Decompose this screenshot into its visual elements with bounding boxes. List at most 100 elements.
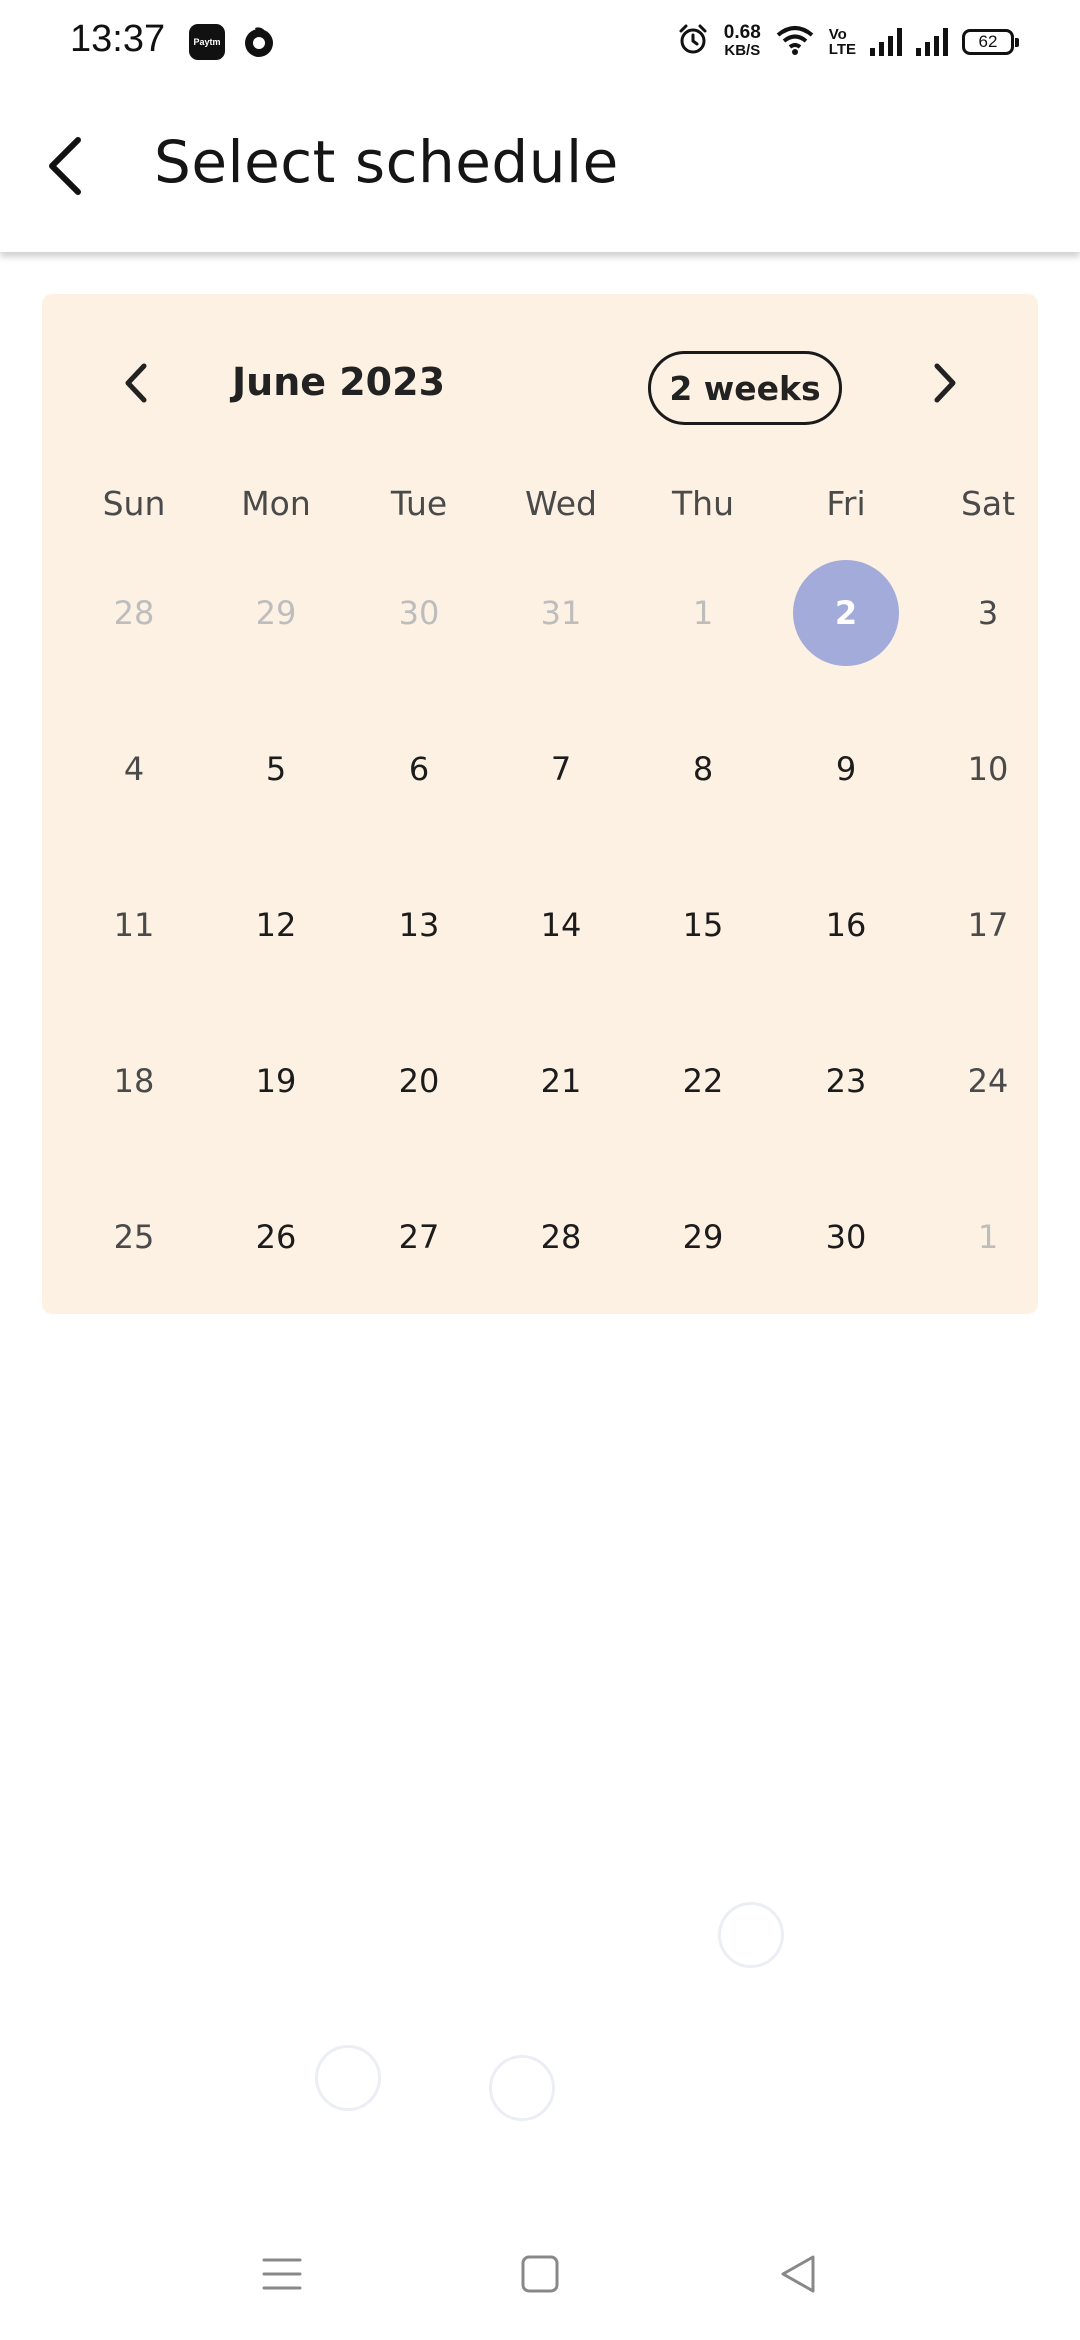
day-cell[interactable]: 20: [348, 1021, 490, 1141]
day-number: 19: [255, 1062, 297, 1100]
day-cell[interactable]: 8: [632, 709, 774, 829]
status-time: 13:37: [70, 18, 166, 60]
day-cell[interactable]: 30: [775, 1177, 917, 1297]
day-cell[interactable]: 5: [205, 709, 347, 829]
previous-month-button[interactable]: [101, 350, 171, 420]
day-cell[interactable]: 23: [775, 1021, 917, 1141]
day-number: 16: [825, 906, 867, 944]
day-cell[interactable]: 19: [205, 1021, 347, 1141]
day-number: 10: [967, 750, 1009, 788]
day-cell-selected[interactable]: 2: [775, 553, 917, 673]
calendar-header: June 2023 2 weeks: [42, 294, 1038, 484]
day-cell[interactable]: 28: [63, 553, 205, 673]
day-cell[interactable]: 14: [490, 865, 632, 985]
day-number: 15: [682, 906, 724, 944]
day-cell[interactable]: 1: [632, 553, 774, 673]
day-cell[interactable]: 15: [632, 865, 774, 985]
day-number: 17: [967, 906, 1009, 944]
weekday-label: Wed: [525, 484, 597, 523]
signal-icon: [870, 28, 902, 56]
next-month-button[interactable]: [910, 350, 980, 420]
app-bar: Select schedule: [0, 84, 1080, 252]
day-number: 29: [682, 1218, 724, 1256]
day-cell[interactable]: 10: [917, 709, 1059, 829]
weekday-label: Sun: [102, 484, 166, 523]
day-number: 30: [398, 594, 440, 632]
weekday-row: Sun Mon Tue Wed Thu Fri Sat: [42, 484, 1038, 544]
day-number: 22: [682, 1062, 724, 1100]
weekday-label: Tue: [390, 484, 448, 523]
weekday-label: Mon: [241, 484, 311, 523]
system-navigation-bar: [0, 2220, 1080, 2330]
day-number: 28: [540, 1218, 582, 1256]
menu-button[interactable]: [252, 2246, 312, 2306]
home-icon: [520, 2254, 560, 2298]
decorative-circle: [718, 1902, 784, 1968]
weekday-label: Fri: [826, 484, 866, 523]
day-cell[interactable]: 27: [348, 1177, 490, 1297]
day-cell[interactable]: 16: [775, 865, 917, 985]
day-number: 30: [825, 1218, 867, 1256]
day-number: 1: [977, 1218, 999, 1256]
decorative-circle: [489, 2055, 555, 2121]
day-number: 11: [113, 906, 155, 944]
day-cell[interactable]: 25: [63, 1177, 205, 1297]
day-number: 3: [977, 594, 999, 632]
selected-day-number: 2: [793, 560, 899, 666]
calendar: June 2023 2 weeks Sun Mon Tue Wed Thu Fr…: [42, 294, 1038, 1314]
home-button[interactable]: [510, 2246, 570, 2306]
day-cell[interactable]: 24: [917, 1021, 1059, 1141]
day-cell[interactable]: 9: [775, 709, 917, 829]
day-number: 14: [540, 906, 582, 944]
day-number: 1: [692, 594, 714, 632]
day-cell[interactable]: 3: [917, 553, 1059, 673]
day-cell[interactable]: 6: [348, 709, 490, 829]
month-label: June 2023: [232, 360, 446, 404]
format-button[interactable]: 2 weeks: [648, 351, 842, 425]
day-number: 28: [113, 594, 155, 632]
chevron-left-icon: [121, 361, 151, 409]
wifi-icon: [775, 24, 815, 60]
day-cell[interactable]: 17: [917, 865, 1059, 985]
decorative-circle: [315, 2045, 381, 2111]
day-number: 18: [113, 1062, 155, 1100]
firefox-icon: [241, 24, 277, 60]
chevron-right-icon: [930, 361, 960, 409]
day-cell[interactable]: 26: [205, 1177, 347, 1297]
day-number: 4: [123, 750, 145, 788]
day-number: 20: [398, 1062, 440, 1100]
day-cell[interactable]: 13: [348, 865, 490, 985]
page-title: Select schedule: [154, 128, 619, 196]
day-cell[interactable]: 18: [63, 1021, 205, 1141]
day-cell[interactable]: 29: [632, 1177, 774, 1297]
day-cell[interactable]: 31: [490, 553, 632, 673]
status-bar: 13:37 Paytm 0.68 KB/S Vo LTE 62: [0, 0, 1080, 84]
day-cell[interactable]: 4: [63, 709, 205, 829]
arrow-left-icon: [44, 136, 88, 200]
volte-line2: LTE: [828, 41, 856, 58]
back-icon: [778, 2254, 818, 2298]
battery-level: 62: [978, 32, 998, 51]
day-cell[interactable]: 30: [348, 553, 490, 673]
day-cell[interactable]: 28: [490, 1177, 632, 1297]
day-cell[interactable]: 22: [632, 1021, 774, 1141]
day-number: 27: [398, 1218, 440, 1256]
day-number: 24: [967, 1062, 1009, 1100]
day-number: 26: [255, 1218, 297, 1256]
day-cell[interactable]: 11: [63, 865, 205, 985]
back-button[interactable]: [26, 128, 106, 208]
day-cell[interactable]: 29: [205, 553, 347, 673]
signal-icon: [916, 28, 948, 56]
day-number: 31: [540, 594, 582, 632]
paytm-icon: Paytm: [189, 24, 225, 60]
system-back-button[interactable]: [768, 2246, 828, 2306]
volte-indicator: Vo LTE: [829, 27, 856, 57]
status-indicators: 0.68 KB/S Vo LTE 62: [676, 18, 1019, 66]
day-cell[interactable]: 12: [205, 865, 347, 985]
day-number: 13: [398, 906, 440, 944]
day-cell[interactable]: 7: [490, 709, 632, 829]
day-cell[interactable]: 1: [917, 1177, 1059, 1297]
weekday-label: Sat: [960, 484, 1016, 523]
day-cell[interactable]: 21: [490, 1021, 632, 1141]
day-number: 25: [113, 1218, 155, 1256]
